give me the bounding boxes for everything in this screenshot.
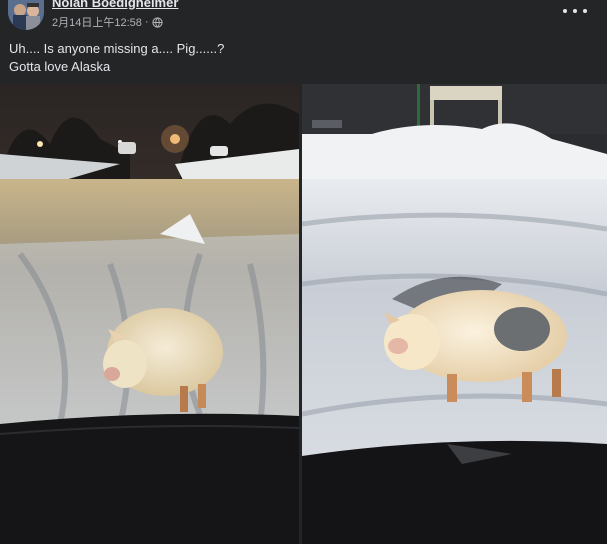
post-header: Nolan Boedigheimer 2月14日上午12:58 · xyxy=(0,0,607,34)
more-dot xyxy=(563,9,567,13)
photo-pig-street-night[interactable] xyxy=(0,84,299,544)
globe-icon xyxy=(151,16,163,28)
author-name[interactable]: Nolan Boedigheimer xyxy=(52,0,178,10)
meta-separator: · xyxy=(144,16,149,28)
post-timestamp[interactable]: 2月14日上午12:58 xyxy=(52,14,142,30)
post-text: Uh.... Is anyone missing a.... Pig......… xyxy=(9,40,224,76)
photo-pig-snow-closeup[interactable] xyxy=(302,84,607,544)
more-dot xyxy=(583,9,587,13)
post-text-line: Gotta love Alaska xyxy=(9,59,111,74)
avatar[interactable] xyxy=(8,0,44,30)
photo-grid xyxy=(0,84,607,544)
more-options-icon[interactable] xyxy=(563,4,587,18)
more-dot xyxy=(573,9,577,13)
post-text-line: Uh.... Is anyone missing a.... Pig......… xyxy=(9,41,225,56)
post-meta: 2月14日上午12:58 · xyxy=(52,14,163,30)
